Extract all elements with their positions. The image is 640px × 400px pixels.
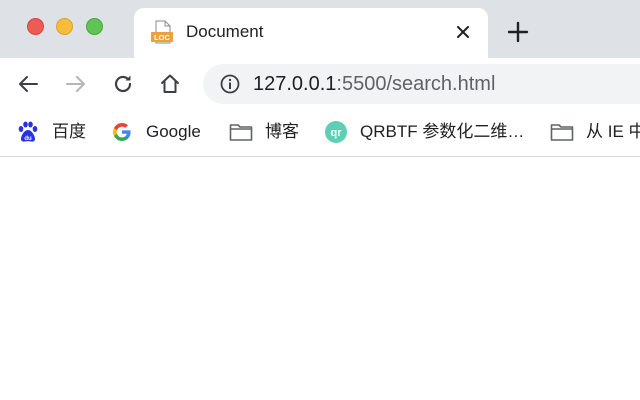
bookmark-label: 从 IE 中 <box>586 122 640 141</box>
bookmark-baidu[interactable]: du 百度 <box>16 120 86 144</box>
bookmark-folder-blog[interactable]: 博客 <box>229 120 299 144</box>
url-host: 127.0.0.1 <box>253 73 337 95</box>
tab-close-icon[interactable] <box>452 21 474 43</box>
bookmark-label: QRBTF 参数化二维… <box>360 122 525 141</box>
bookmark-google[interactable]: Google <box>110 120 201 144</box>
svg-text:du: du <box>24 136 32 142</box>
window-maximize-button[interactable] <box>86 18 103 35</box>
folder-icon <box>229 124 253 141</box>
qrbtf-icon: qr <box>325 121 347 143</box>
navigation-toolbar: 127.0.0.1:5500/search.html <box>0 58 640 110</box>
bookmark-label: Google <box>146 122 201 141</box>
url-path: :5500/search.html <box>336 73 496 95</box>
info-icon[interactable] <box>219 73 241 95</box>
url-text[interactable]: 127.0.0.1:5500/search.html <box>253 73 495 95</box>
back-arrow-icon[interactable] <box>16 72 40 96</box>
tab-title: Document <box>186 22 264 41</box>
address-bar[interactable]: 127.0.0.1:5500/search.html <box>203 64 640 104</box>
window-close-button[interactable] <box>27 18 44 35</box>
home-icon[interactable] <box>158 72 182 96</box>
tab-document[interactable]: LOC Document <box>134 8 488 58</box>
folder-icon <box>550 124 574 141</box>
page-content <box>0 157 640 400</box>
bookmark-qrbtf[interactable]: qr QRBTF 参数化二维… <box>324 120 524 144</box>
bookmark-label: 百度 <box>52 122 86 141</box>
forward-arrow-icon[interactable] <box>64 72 88 96</box>
browser-window: LOC Document 127.0.0.1:5500/search.html … <box>0 0 640 400</box>
window-minimize-button[interactable] <box>56 18 73 35</box>
favicon-label: LOC <box>154 33 170 42</box>
document-favicon-icon: LOC <box>151 20 173 44</box>
tab-strip: LOC Document <box>0 0 640 58</box>
reload-icon[interactable] <box>111 72 135 96</box>
baidu-icon: du <box>18 121 38 142</box>
new-tab-icon[interactable] <box>506 20 530 44</box>
bookmarks-bar: du 百度 Google 博客 qr QRBTF 参数化二维… 从 IE 中 <box>0 110 640 157</box>
bookmark-folder-from-ie[interactable]: 从 IE 中 <box>550 120 640 144</box>
qrbtf-icon-text: qr <box>331 127 343 139</box>
google-icon <box>113 123 131 141</box>
bookmark-label: 博客 <box>265 122 299 141</box>
